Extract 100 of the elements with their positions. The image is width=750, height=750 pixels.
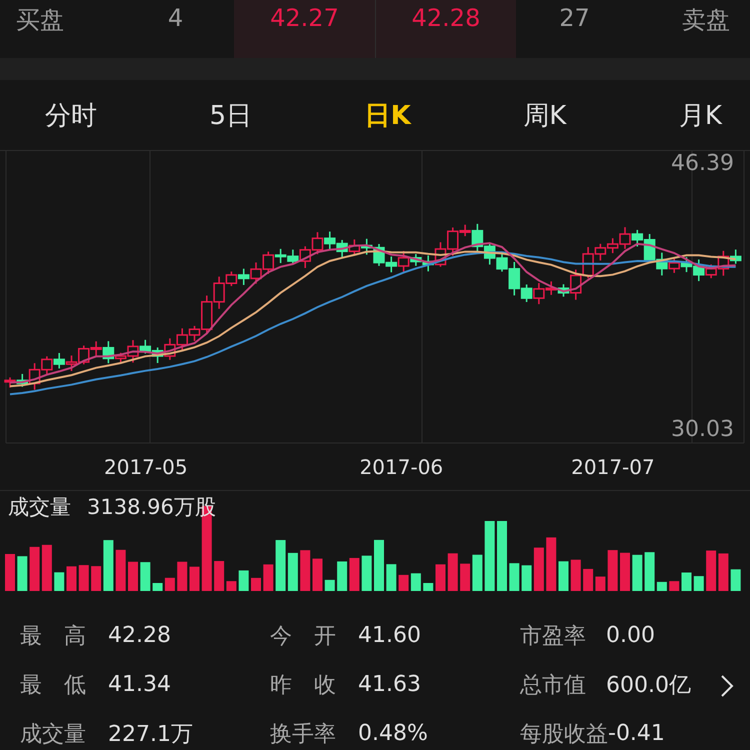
volume-bar <box>423 583 434 591</box>
volume-bar <box>362 556 372 591</box>
stat-label: 今开 <box>270 622 336 650</box>
volume-bar <box>152 583 163 591</box>
volume-bar <box>226 581 236 591</box>
stat-value: 0.48% <box>358 721 428 746</box>
chevron-right-icon[interactable] <box>720 674 734 698</box>
period-tab[interactable]: 分时 <box>45 80 97 150</box>
volume-bar <box>448 553 458 591</box>
volume-bar <box>632 554 642 591</box>
candlestick <box>619 227 631 249</box>
candlestick <box>4 377 16 388</box>
volume-label: 成交量 <box>8 494 71 521</box>
volume-bar <box>251 578 261 591</box>
volume-bar <box>128 562 138 591</box>
volume-bar <box>300 550 310 591</box>
date-label: 2017-06 <box>360 455 444 479</box>
volume-bar <box>116 550 126 591</box>
stat-value: 41.34 <box>108 672 171 697</box>
date-label: 2017-07 <box>571 455 655 479</box>
candlestick <box>66 356 78 371</box>
volume-bar <box>54 572 64 591</box>
period-tab[interactable]: 5日 <box>210 80 252 150</box>
candlestick <box>484 242 496 265</box>
volume-bar <box>484 521 495 591</box>
volume-bar <box>103 540 114 591</box>
stat-label: 市盈率 <box>520 622 586 650</box>
volume-bar <box>595 576 606 591</box>
volume-bar <box>91 566 102 591</box>
volume-bar <box>410 573 421 591</box>
volume-bar <box>177 562 188 591</box>
candlestick <box>360 238 372 255</box>
candlestick <box>386 256 398 272</box>
volume-bar <box>374 540 384 591</box>
stat-label: 最高 <box>20 622 86 650</box>
ask-volume: 27 <box>558 3 591 34</box>
candlestick <box>373 244 385 266</box>
volume-bar <box>386 564 396 591</box>
volume-bar <box>644 552 655 591</box>
volume-bar <box>669 581 680 591</box>
period-tab[interactable]: 周K <box>523 80 566 150</box>
candlestick <box>250 262 262 284</box>
volume-bar <box>546 537 556 591</box>
volume-bar <box>324 580 335 591</box>
volume-bar <box>66 566 76 591</box>
candlestick <box>606 238 618 254</box>
volume-bar <box>42 544 52 591</box>
stat-label: 每股收益 <box>520 720 608 748</box>
stat-label: 总市值 <box>520 672 586 700</box>
candlestick <box>324 232 336 250</box>
volume-bar <box>534 548 544 591</box>
volume-bar <box>398 574 409 591</box>
candlestick <box>312 232 324 254</box>
bid-volume: 4 <box>166 3 184 34</box>
bid-label: 买盘 <box>15 5 65 36</box>
ask-price: 42.28 <box>375 0 516 58</box>
volume-bar <box>190 566 200 591</box>
volume-bar <box>140 562 150 591</box>
volume-bar <box>558 561 568 591</box>
date-label: 2017-05 <box>104 455 188 479</box>
volume-bar <box>472 554 482 591</box>
volume-bar <box>5 554 15 591</box>
stat-value: 0.00 <box>606 623 655 648</box>
volume-bar <box>509 563 520 591</box>
stat-value: 600.0亿 <box>606 672 691 700</box>
volume-bar <box>570 560 581 591</box>
candlestick <box>336 240 348 258</box>
price-max-label: 46.39 <box>671 151 734 176</box>
volume-bar <box>682 572 692 591</box>
candlestick <box>238 268 250 285</box>
volume-bar <box>497 521 507 591</box>
volume-bar <box>238 570 249 591</box>
volume-bar <box>620 552 630 591</box>
period-tab[interactable]: 月K <box>678 80 722 150</box>
volume-bar <box>276 540 286 591</box>
stat-label: 成交量 <box>20 720 86 748</box>
price-min-label: 30.03 <box>671 417 734 442</box>
volume-bar <box>522 565 532 591</box>
bid-price: 42.27 <box>234 0 375 58</box>
volume-bar <box>288 552 298 591</box>
period-tab[interactable]: 日K <box>364 80 411 150</box>
volume-bar <box>718 553 728 591</box>
candlestick <box>164 338 176 360</box>
volume-bar <box>312 558 322 591</box>
volume-value: 3138.96万股 <box>87 494 216 521</box>
candlestick <box>680 257 692 272</box>
stat-value: 41.63 <box>358 672 421 697</box>
stat-value: -0.41 <box>608 721 665 746</box>
volume-bar <box>337 561 348 591</box>
candlestick <box>152 347 164 363</box>
candlestick <box>53 353 65 368</box>
ask-label: 卖盘 <box>681 5 731 36</box>
volume-bar <box>583 568 594 591</box>
volume-bar <box>730 569 741 591</box>
volume-bar <box>656 582 667 591</box>
stat-value: 227.1万 <box>108 720 193 748</box>
volume-bar <box>164 578 175 591</box>
volume-bar <box>214 561 224 591</box>
volume-bar <box>460 564 470 591</box>
stat-value: 41.60 <box>358 623 421 648</box>
